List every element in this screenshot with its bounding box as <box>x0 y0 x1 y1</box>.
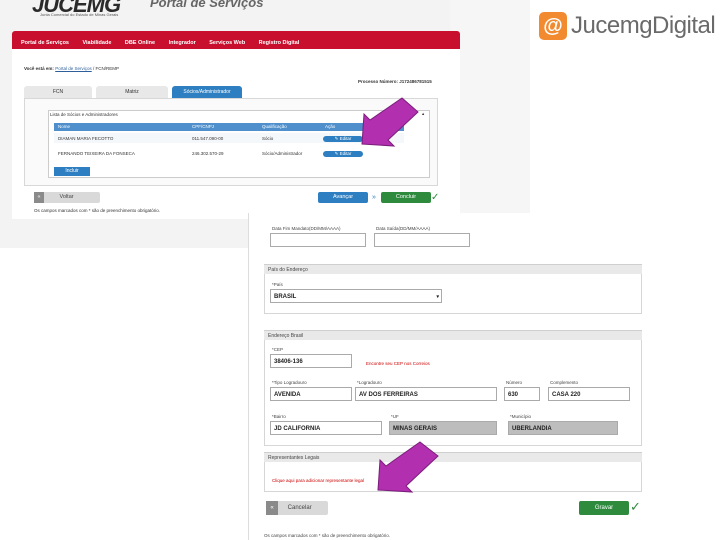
chevron-left-icon: « <box>34 192 44 203</box>
arrow-shape <box>361 97 419 147</box>
data-saida-input[interactable] <box>374 233 470 247</box>
endereco-section-title: Endereço Brasil <box>268 333 304 339</box>
pointer-arrow-bottom <box>377 441 439 493</box>
complemento-input[interactable]: CASA 220 <box>548 387 630 401</box>
cep-input[interactable]: 38406-136 <box>270 354 352 368</box>
main-navbar: Portal de Serviços Viabilidade DBE Onlin… <box>12 31 460 49</box>
cancelar-button[interactable]: « Cancelar <box>266 501 328 515</box>
row-qualificacao: Sócio/Administrador <box>262 151 303 156</box>
column-cpf-cnpj: CPF/CNPJ <box>192 124 215 129</box>
background-panel <box>450 0 530 215</box>
editar-button[interactable]: ✎ Editar <box>323 151 363 157</box>
column-qualificacao: Qualificação <box>262 124 287 129</box>
row-cpf: 246.302.570-29 <box>192 151 224 156</box>
editar-label: Editar <box>339 151 352 156</box>
municipio-label: *Município <box>510 414 532 419</box>
pointer-arrow-top <box>361 97 419 147</box>
editar-button[interactable]: ✎ Editar <box>323 136 363 142</box>
chevron-left-icon: « <box>266 501 278 515</box>
at-sign-icon: @ <box>539 12 567 40</box>
jucemg-logo-subtitle: Junta Comercial do Estado de Minas Gerai… <box>40 12 119 17</box>
list-title: Lista de Sócios e Administradores <box>50 112 118 117</box>
tipo-logradouro-label: *Tipo Logradouro <box>272 380 307 385</box>
tab-socios-administrador[interactable]: Sócios/Administrador <box>172 86 242 98</box>
required-note: Os campos marcados com * são de preenchi… <box>264 533 391 538</box>
pais-select[interactable]: BRASIL ▾ <box>270 289 442 303</box>
editar-label: Editar <box>339 136 352 141</box>
uf-label: *UF <box>391 414 399 419</box>
pais-section-title: País do Endereço <box>268 267 308 273</box>
collapse-icon[interactable]: ▴ <box>422 111 424 117</box>
logradouro-label: *Logradouro <box>357 380 382 385</box>
avancar-button[interactable]: Avançar <box>318 192 368 203</box>
pais-section-header: País do Endereço <box>264 264 642 274</box>
portal-title: Portal de Serviços <box>150 0 264 10</box>
tab-fcn[interactable]: FCN <box>24 86 92 98</box>
row-qualificacao: Sócio <box>262 136 274 141</box>
jucemg-digital-logo: @ JucemgDigital <box>539 10 717 44</box>
required-note: Os campos marcados com * são de preenchi… <box>34 208 161 213</box>
endereco-section-header: Endereço Brasil <box>264 330 642 340</box>
bairro-input[interactable]: JD CALIFORNIA <box>270 421 382 435</box>
column-nome: Nome <box>58 124 71 129</box>
representantes-section-header: Representantes Legais <box>264 452 642 462</box>
table-header <box>54 123 404 131</box>
cep-correios-link[interactable]: Encontre seu CEP nos Correios <box>366 361 430 366</box>
processo-numero: Processo Número: J172486781515 <box>358 79 432 84</box>
data-saida-label: Data Saída(DD/MM/AAAA) <box>376 226 431 231</box>
breadcrumb-link[interactable]: Portal de Serviços <box>55 66 92 71</box>
numero-input[interactable]: 630 <box>504 387 540 401</box>
voltar-label: Voltar <box>59 194 74 200</box>
concluir-button[interactable]: Concluir <box>381 192 431 203</box>
check-icon: ✓ <box>630 499 641 514</box>
tab-matriz[interactable]: Matriz <box>96 86 168 98</box>
brand-logo-text: JucemgDigital <box>571 12 716 39</box>
pais-label: *País <box>272 282 283 287</box>
pais-value: BRASIL <box>274 294 297 300</box>
row-nome: FERNANDO TEIXEIRA DA FONSECA <box>58 151 135 156</box>
uf-input: MINAS GERAIS <box>389 421 497 435</box>
municipio-input: UBERLANDIA <box>508 421 618 435</box>
dropdown-arrow-icon: ▾ <box>436 294 439 300</box>
complemento-label: Complemento <box>550 380 579 385</box>
breadcrumb-current: / FCN/REMP <box>93 66 120 71</box>
chevron-right-icon: » <box>372 194 376 201</box>
row-cpf: 011.547.090-00 <box>192 136 224 141</box>
breadcrumb: Você está em: Portal de Serviços / FCN/R… <box>24 66 119 71</box>
incluir-button[interactable]: Incluir <box>54 167 90 176</box>
column-acao: Ação <box>325 124 336 129</box>
add-representante-link[interactable]: Clique aqui para adicionar representante… <box>272 478 364 483</box>
cancelar-label: Cancelar <box>287 505 312 511</box>
representantes-section-title: Representantes Legais <box>268 455 320 461</box>
tipo-logradouro-input[interactable]: AVENIDA <box>270 387 352 401</box>
data-fim-label: Data Fim Mandato(DD/MM/AAAA) <box>272 226 341 231</box>
arrow-shape <box>377 441 439 493</box>
logradouro-input[interactable]: AV DOS FERREIRAS <box>355 387 497 401</box>
gravar-button[interactable]: Gravar <box>579 501 629 515</box>
row-nome: DIAMAN MARIA FECOTTO <box>58 136 114 141</box>
bairro-label: *Bairro <box>272 414 286 419</box>
numero-label: Número <box>506 380 523 385</box>
check-icon: ✓ <box>431 192 440 203</box>
cep-label: *CEP <box>272 347 284 352</box>
voltar-button[interactable]: « Voltar <box>34 192 100 203</box>
breadcrumb-prefix: Você está em: <box>24 66 54 71</box>
data-fim-input[interactable] <box>270 233 366 247</box>
